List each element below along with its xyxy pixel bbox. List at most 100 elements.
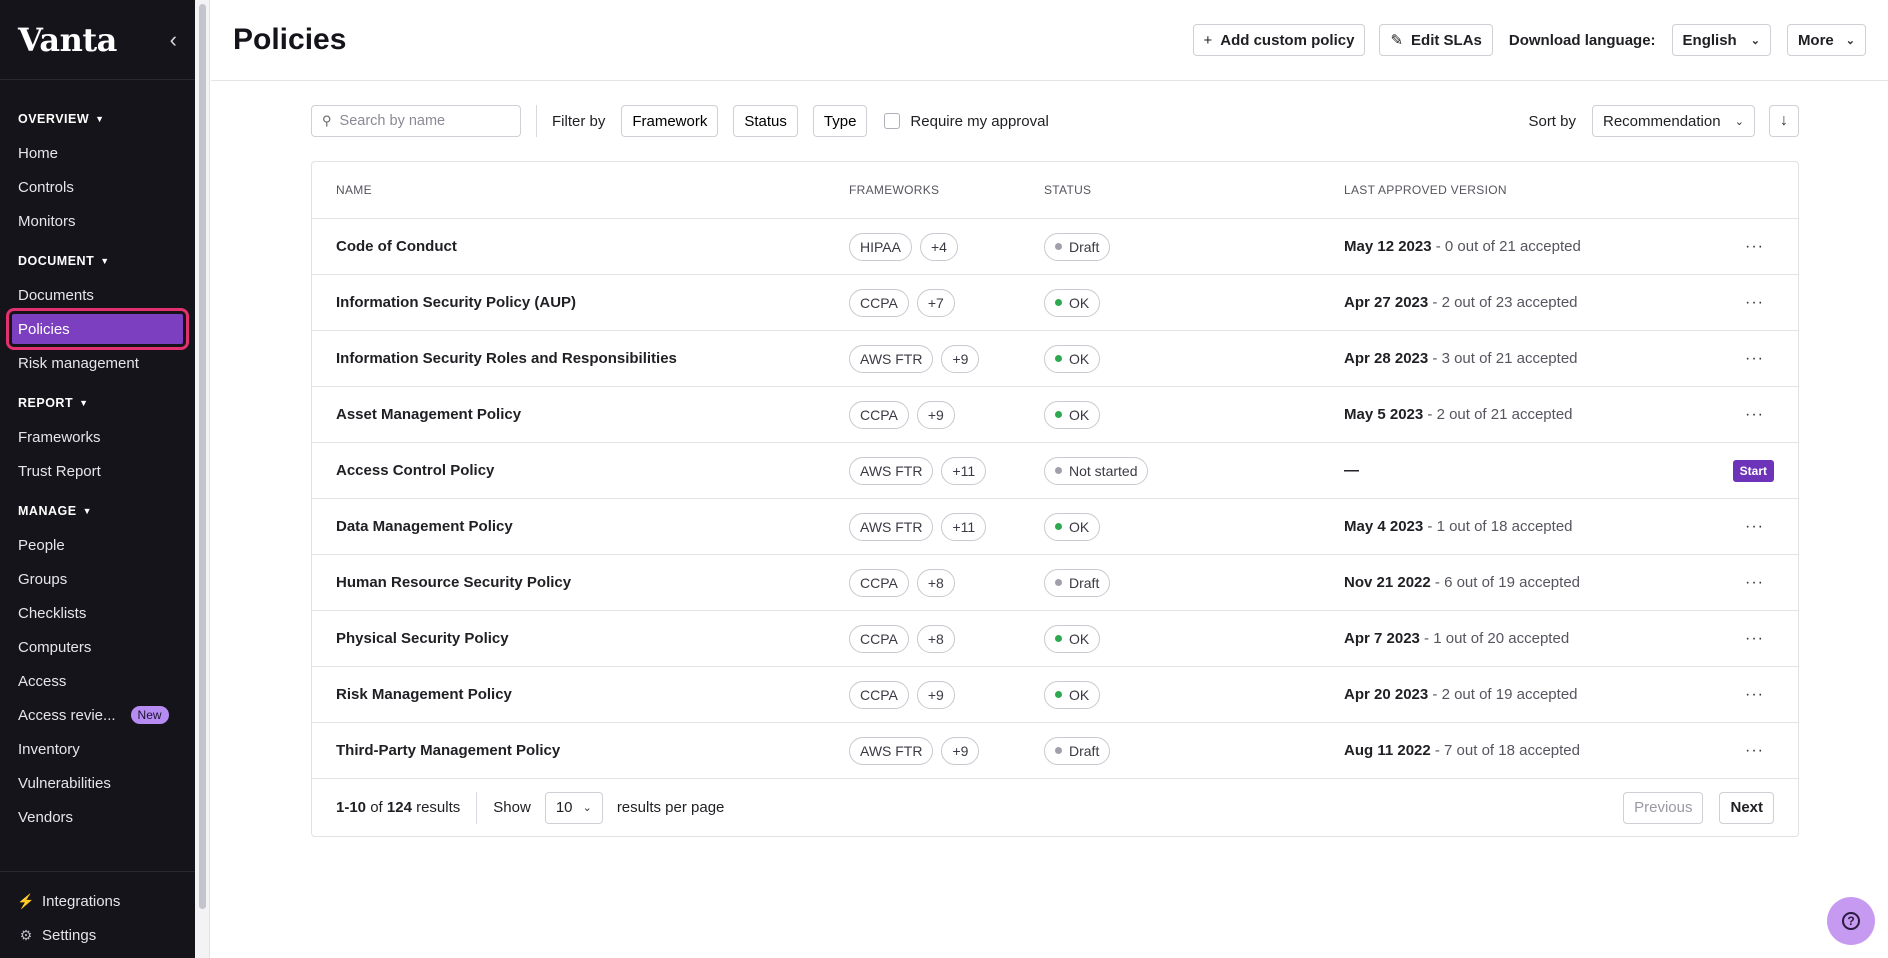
status-badge: Draft	[1044, 736, 1111, 765]
framework-more-pill[interactable]: +4	[919, 232, 958, 261]
more-options-icon[interactable]: ···	[1745, 630, 1764, 648]
table-row[interactable]: Information Security Policy (AUP) CCPA +7 O…	[312, 275, 1798, 331]
status-filter-button[interactable]: Status	[733, 105, 798, 137]
search-input[interactable]	[339, 113, 500, 129]
table-footer: 1-10 of 124 results Show 10 ⌄ results pe…	[312, 779, 1798, 836]
framework-pills: CCPA +8	[849, 624, 955, 653]
sidebar-scrollbar[interactable]	[195, 0, 210, 958]
table-row[interactable]: Information Security Roles and Responsib…	[312, 331, 1798, 387]
divider	[536, 105, 537, 137]
section-header-overview[interactable]: OVERVIEW ▼	[0, 102, 195, 136]
policy-name[interactable]: Asset Management Policy	[336, 406, 521, 423]
sort-direction-icon[interactable]: ↓	[1769, 105, 1799, 137]
framework-filter-button[interactable]: Framework	[621, 105, 719, 137]
edit-slas-button[interactable]: ✎ Edit SLAs	[1379, 24, 1493, 56]
framework-more-pill[interactable]: +9	[941, 344, 980, 373]
status-cell: Draft	[1044, 232, 1111, 261]
sidebar-item-computers[interactable]: Computers	[0, 630, 195, 664]
framework-more-pill[interactable]: +11	[941, 512, 987, 541]
logo-row: Vanta ‹	[0, 0, 195, 80]
policy-name[interactable]: Access Control Policy	[336, 462, 494, 479]
framework-more-pill[interactable]: +8	[916, 624, 955, 653]
policy-name[interactable]: Information Security Policy (AUP)	[336, 294, 576, 311]
table-row[interactable]: Data Management Policy AWS FTR +11 OK May 4 …	[312, 499, 1798, 555]
more-options-icon[interactable]: ···	[1745, 686, 1764, 704]
table-row[interactable]: Third-Party Management Policy AWS FTR +9 Dr…	[312, 723, 1798, 779]
start-button[interactable]: Start	[1732, 459, 1774, 482]
sidebar-item-groups[interactable]: Groups	[0, 562, 195, 596]
previous-button[interactable]: Previous	[1623, 791, 1704, 824]
table-row[interactable]: Human Resource Security Policy CCPA +8 Draf…	[312, 555, 1798, 611]
more-options-icon[interactable]: ···	[1745, 350, 1764, 368]
sidebar-item-inventory[interactable]: Inventory	[0, 732, 195, 766]
more-options-icon[interactable]: ···	[1745, 574, 1764, 592]
table-row[interactable]: Risk Management Policy CCPA +9 OK Apr 20 202…	[312, 667, 1798, 723]
policy-name[interactable]: Third-Party Management Policy	[336, 742, 560, 759]
table-row[interactable]: Physical Security Policy CCPA +8 OK Apr 7 20…	[312, 611, 1798, 667]
chevron-left-icon[interactable]: ‹	[170, 28, 177, 51]
more-button[interactable]: More ⌄	[1786, 24, 1866, 56]
language-select[interactable]: English ⌄	[1671, 24, 1771, 56]
section-header-manage[interactable]: MANAGE ▼	[0, 494, 195, 528]
sidebar-item-trust-report[interactable]: Trust Report	[0, 454, 195, 488]
sidebar-item-settings[interactable]: ⚙ Settings	[0, 918, 195, 952]
sidebar-item-monitors[interactable]: Monitors	[0, 204, 195, 238]
add-custom-policy-label: Add custom policy	[1220, 31, 1355, 49]
policy-name[interactable]: Physical Security Policy	[336, 630, 509, 647]
results-per-page-label: results per page	[616, 799, 725, 816]
status-text: OK	[1069, 630, 1090, 647]
status-text: OK	[1069, 294, 1090, 311]
help-button[interactable]: ?	[1827, 897, 1875, 945]
framework-more-pill[interactable]: +9	[916, 680, 955, 709]
sidebar-item-home[interactable]: Home	[0, 136, 195, 170]
section-header-document[interactable]: DOCUMENT ▼	[0, 244, 195, 278]
more-options-icon[interactable]: ···	[1745, 294, 1764, 312]
per-page-select[interactable]: 10 ⌄	[544, 791, 603, 824]
framework-pill: AWS FTR	[849, 736, 934, 765]
table-row[interactable]: Code of Conduct HIPAA +4 Draft May 12 2023 -…	[312, 219, 1798, 275]
sidebar-item-vendors[interactable]: Vendors	[0, 800, 195, 834]
sidebar-item-frameworks[interactable]: Frameworks	[0, 420, 195, 454]
sidebar-item-documents[interactable]: Documents	[0, 278, 195, 312]
policy-name[interactable]: Human Resource Security Policy	[336, 574, 571, 591]
table-row[interactable]: Access Control Policy AWS FTR +11 Not start…	[312, 443, 1798, 499]
policy-name[interactable]: Risk Management Policy	[336, 686, 512, 703]
framework-more-pill[interactable]: +7	[916, 288, 955, 317]
next-button[interactable]: Next	[1719, 791, 1774, 824]
header-name[interactable]: NAME	[336, 183, 372, 197]
vanta-logo[interactable]: Vanta	[18, 21, 117, 59]
sort-select[interactable]: Recommendation ⌄	[1592, 105, 1755, 137]
framework-more-pill[interactable]: +11	[941, 456, 987, 485]
policy-name[interactable]: Code of Conduct	[336, 238, 457, 255]
per-page-value: 10	[555, 799, 573, 816]
sidebar-item-policies[interactable]: Policies	[6, 308, 189, 350]
add-custom-policy-button[interactable]: + Add custom policy	[1192, 24, 1366, 56]
more-options-icon[interactable]: ···	[1745, 406, 1764, 424]
framework-more-pill[interactable]: +8	[916, 568, 955, 597]
type-filter-button[interactable]: Type	[812, 105, 868, 137]
sidebar-item-integrations[interactable]: ⚡ Integrations	[0, 884, 195, 918]
divider	[476, 791, 478, 824]
section-header-report[interactable]: REPORT ▼	[0, 386, 195, 420]
require-approval-label[interactable]: Require my approval	[910, 113, 1048, 130]
search-box[interactable]: ⚲	[311, 105, 521, 137]
sidebar-item-controls[interactable]: Controls	[0, 170, 195, 204]
more-options-icon[interactable]: ···	[1745, 518, 1764, 536]
framework-more-pill[interactable]: +9	[941, 736, 980, 765]
sidebar-item-access-revie[interactable]: Access revie... New	[0, 698, 195, 732]
sidebar-item-access[interactable]: Access	[0, 664, 195, 698]
last-approved-version: May 12 2023 - 0 out of 21 accepted	[1344, 238, 1581, 255]
policy-name[interactable]: Information Security Roles and Responsib…	[336, 350, 677, 367]
more-options-icon[interactable]: ···	[1745, 238, 1764, 256]
sidebar-item-people[interactable]: People	[0, 528, 195, 562]
more-options-icon[interactable]: ···	[1745, 742, 1764, 760]
sidebar-item-checklists[interactable]: Checklists	[0, 596, 195, 630]
framework-pills: CCPA +9	[849, 680, 955, 709]
table-row[interactable]: Asset Management Policy CCPA +9 OK May 5 202…	[312, 387, 1798, 443]
sidebar-item-risk-management[interactable]: Risk management	[0, 346, 195, 380]
policy-name[interactable]: Data Management Policy	[336, 518, 513, 535]
scrollbar-thumb[interactable]	[199, 4, 206, 909]
framework-more-pill[interactable]: +9	[916, 400, 955, 429]
require-approval-checkbox[interactable]	[884, 113, 901, 129]
sidebar-item-vulnerabilities[interactable]: Vulnerabilities	[0, 766, 195, 800]
